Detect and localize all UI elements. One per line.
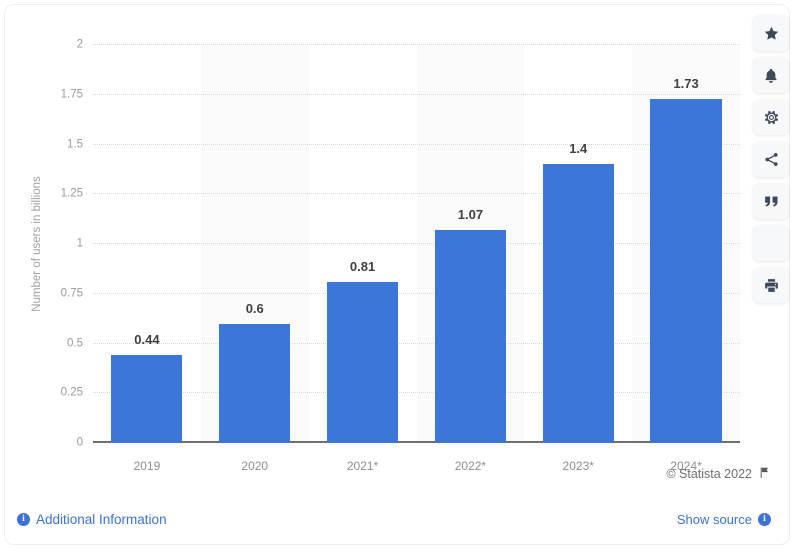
bar-column: 1.73 2024* (632, 45, 740, 472)
bar[interactable] (650, 98, 722, 443)
copyright-text: © Statista 2022 (666, 466, 752, 481)
bar-column: 0.6 2020 (201, 45, 309, 472)
bell-icon (763, 67, 779, 84)
quote-icon (763, 194, 780, 209)
plot-area: 0 0.25 0.5 0.75 1 1.25 1.5 1.75 2 0.44 2019 0.6 202… (61, 39, 740, 472)
bar[interactable] (542, 164, 614, 443)
chart-card: Number of users in billions 0 0.25 0.5 0.75… (4, 4, 790, 545)
y-axis-tick-label: 1.75 (60, 88, 83, 100)
bar[interactable] (219, 323, 291, 443)
copyright: © Statista 2022 (666, 466, 771, 482)
bar-column: 0.44 2019 (93, 45, 201, 472)
bar-value-label: 1.73 (673, 75, 699, 91)
bar-value-label: 0.6 (245, 300, 264, 316)
favorite-button[interactable] (753, 15, 789, 51)
bar-value-label: 1.4 (569, 141, 588, 157)
share-button[interactable] (753, 141, 789, 177)
bar[interactable] (434, 230, 506, 443)
bar-value-label: 0.44 (134, 332, 160, 348)
bar-value-label: 1.07 (457, 207, 484, 223)
bar-column: 1.4 2023* (524, 45, 632, 472)
bar[interactable] (111, 355, 183, 443)
show-source-link[interactable]: Show source i (677, 513, 771, 526)
print-button[interactable] (753, 267, 789, 303)
chart-area: Number of users in billions 0 0.25 0.5 0.75… (5, 5, 745, 485)
printer-icon (763, 277, 780, 294)
y-axis-tick-label: 0.5 (67, 336, 83, 349)
settings-button[interactable] (753, 99, 789, 135)
chart-toolbar (749, 15, 793, 303)
flag-icon (758, 466, 771, 482)
show-source-label: Show source (676, 512, 752, 527)
y-axis-tick-label: 1.25 (60, 187, 83, 200)
y-axis-title: Number of users in billions (31, 176, 43, 312)
y-axis-tick-label: 0.75 (60, 287, 83, 299)
bar-column: 1.07 2022* (417, 45, 525, 472)
y-axis-tick-label: 0.25 (60, 386, 83, 399)
additional-information-link[interactable]: i Additional Information (17, 511, 167, 527)
notify-button[interactable] (753, 57, 789, 93)
bar[interactable] (326, 281, 399, 443)
bar-value-label: 0.81 (349, 258, 376, 274)
gear-icon (763, 109, 780, 126)
additional-information-label: Additional Information (36, 511, 167, 527)
language-spanish-button[interactable] (753, 225, 789, 261)
y-axis-tick-label: 1.5 (67, 137, 83, 150)
info-icon: i (17, 512, 30, 526)
chart-footer: © Statista 2022 i Additional Information… (5, 444, 789, 544)
info-icon: i (758, 513, 771, 526)
bar-column: 0.81 2021* (309, 45, 417, 472)
cite-button[interactable] (753, 183, 789, 219)
y-axis-tick-label: 1 (76, 237, 83, 250)
star-icon (763, 25, 780, 42)
share-icon (763, 151, 780, 168)
spain-flag-icon (761, 236, 781, 250)
y-axis-tick-label: 2 (76, 38, 83, 51)
